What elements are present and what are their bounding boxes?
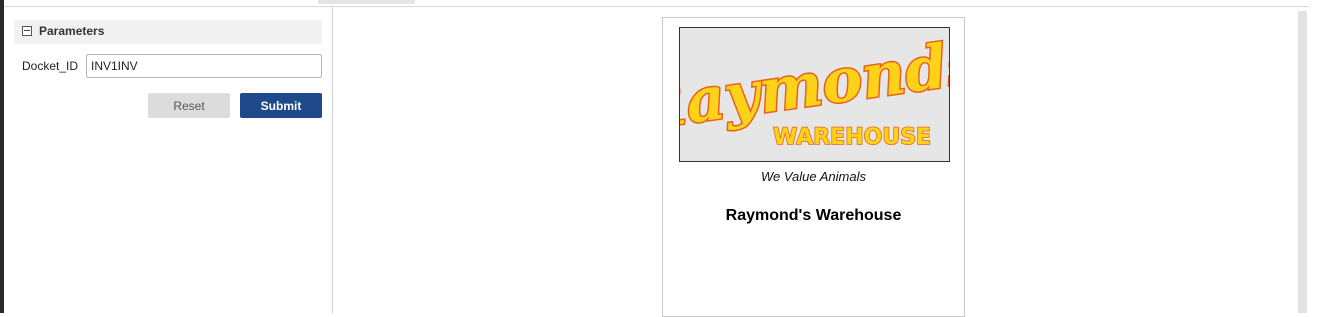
tagline: We Value Animals xyxy=(760,169,866,184)
report-page: Raymonds WAREHOUSE We Value Animals Raym… xyxy=(662,17,965,317)
docket-id-label: Docket_ID xyxy=(22,59,79,73)
company-name: Raymond's Warehouse xyxy=(725,207,902,224)
submit-button[interactable]: Submit xyxy=(240,93,322,118)
logo-warehouse-text: WAREHOUSE xyxy=(773,125,931,150)
company-logo: Raymonds WAREHOUSE xyxy=(679,27,950,162)
parameters-panel: Parameters Docket_ID Reset Submit xyxy=(4,7,333,313)
logo-graphic: Raymonds WAREHOUSE xyxy=(680,28,949,151)
toolbar-tab[interactable] xyxy=(318,0,415,4)
parameters-header[interactable]: Parameters xyxy=(14,20,322,44)
collapse-icon[interactable] xyxy=(22,26,32,36)
docket-id-input[interactable] xyxy=(86,54,322,78)
reset-button[interactable]: Reset xyxy=(148,93,230,118)
viewer-scrollbar[interactable] xyxy=(1298,11,1307,313)
parameters-title: Parameters xyxy=(39,24,105,38)
